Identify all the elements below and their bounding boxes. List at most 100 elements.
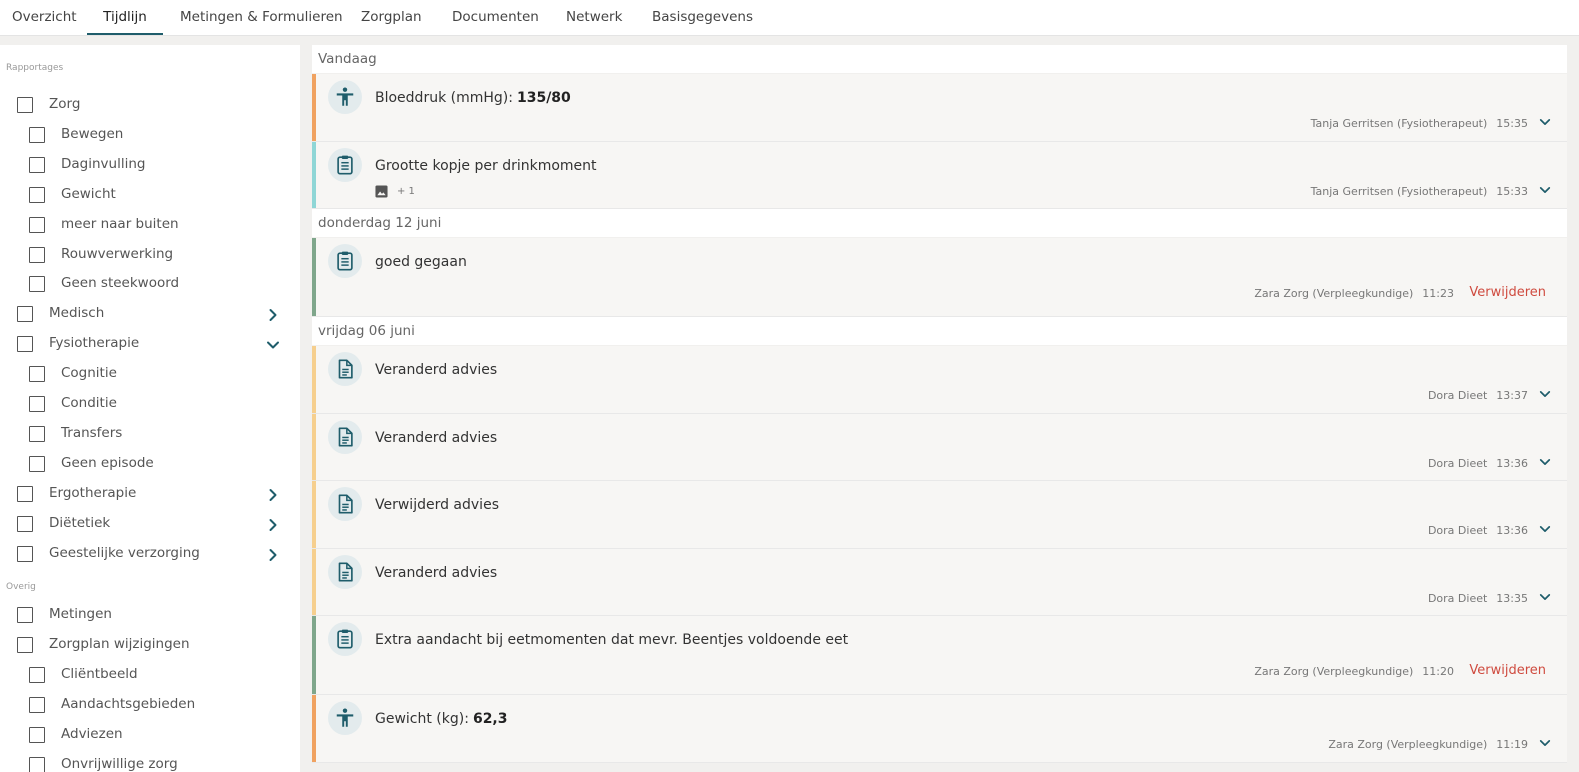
filter-label: Conditie bbox=[61, 395, 117, 411]
filter-item[interactable]: Onvrijwillige zorg bbox=[0, 753, 300, 772]
entry-icon-circle bbox=[328, 147, 362, 182]
filter-checkbox[interactable] bbox=[29, 666, 45, 683]
chevron-down-icon[interactable] bbox=[1539, 523, 1551, 535]
entry-time: 11:23 bbox=[1422, 287, 1454, 300]
filter-item[interactable]: Cliëntbeeld bbox=[0, 663, 300, 689]
filter-item[interactable]: Daginvulling bbox=[0, 153, 300, 179]
timeline-entry[interactable]: Verwijderd advies Dora Dieet 13:36 bbox=[312, 481, 1567, 549]
filter-label: Zorg bbox=[49, 96, 81, 112]
filter-item[interactable]: Diëtetiek bbox=[0, 512, 300, 538]
filter-checkbox[interactable] bbox=[29, 366, 45, 383]
entry-meta: Zara Zorg (Verpleegkundige) 11:19 bbox=[1328, 738, 1528, 751]
filter-checkbox[interactable] bbox=[29, 276, 45, 293]
filter-item[interactable]: Gewicht bbox=[0, 183, 300, 209]
attachment-count: + 1 bbox=[397, 185, 415, 197]
filter-label: Aandachtsgebieden bbox=[61, 695, 196, 712]
filter-label: Diëtetiek bbox=[49, 514, 111, 531]
filter-checkbox[interactable] bbox=[17, 306, 33, 323]
clipboard-icon bbox=[337, 251, 353, 271]
timeline-entry[interactable]: Veranderd advies Dora Dieet 13:35 bbox=[312, 548, 1567, 616]
filter-label: Daginvulling bbox=[61, 155, 146, 172]
filter-checkbox[interactable] bbox=[29, 396, 45, 412]
chevron-down-icon[interactable] bbox=[1539, 388, 1551, 400]
section-label-rapportages: Rapportages bbox=[6, 63, 64, 73]
filter-item[interactable]: Ergotherapie bbox=[0, 482, 300, 508]
timeline-entry[interactable]: goed gegaan Zara Zorg (Verpleegkundige) 11… bbox=[312, 238, 1567, 317]
filter-sidebar: Rapportages Zorg Bewegen Daginvulling Gewic… bbox=[0, 45, 300, 772]
filter-item[interactable]: meer naar buiten bbox=[0, 213, 300, 239]
entry-title: Verwijderd advies bbox=[375, 497, 499, 513]
chevron-down-icon[interactable] bbox=[1539, 737, 1551, 749]
delete-button[interactable]: Verwijderen bbox=[1469, 285, 1546, 300]
filter-item[interactable]: Transfers bbox=[0, 422, 300, 448]
filter-checkbox[interactable] bbox=[17, 97, 33, 113]
timeline-entry[interactable]: Extra aandacht bij eetmomenten dat mevr.… bbox=[312, 616, 1567, 695]
tab-netwerk[interactable]: Netwerk bbox=[566, 0, 622, 33]
filter-checkbox[interactable] bbox=[29, 156, 45, 173]
chevron-right-icon[interactable] bbox=[266, 518, 280, 532]
chevron-right-icon[interactable] bbox=[266, 548, 280, 562]
chevron-right-icon[interactable] bbox=[266, 488, 280, 502]
filter-item[interactable]: Geestelijke verzorging bbox=[0, 542, 300, 568]
person-icon bbox=[336, 708, 354, 727]
filter-item[interactable]: Bewegen bbox=[0, 123, 300, 149]
filter-item[interactable]: Cognitie bbox=[0, 362, 300, 388]
top-tabbar: Overzicht Tijdlijn Metingen & Formuliere… bbox=[0, 0, 1579, 36]
filter-checkbox[interactable] bbox=[17, 636, 33, 653]
filter-checkbox[interactable] bbox=[29, 126, 45, 143]
tab-zorgplan[interactable]: Zorgplan bbox=[361, 0, 422, 33]
date-header: donderdag 12 juni bbox=[312, 209, 1567, 237]
filter-checkbox[interactable] bbox=[17, 545, 33, 562]
tab-documenten[interactable]: Documenten bbox=[452, 0, 539, 33]
filter-checkbox[interactable] bbox=[17, 607, 33, 623]
filter-label: Medisch bbox=[49, 305, 105, 322]
entry-title-text: Gewicht (kg): bbox=[375, 711, 469, 727]
filter-item[interactable]: Medisch bbox=[0, 302, 300, 328]
filter-item[interactable]: Zorgplan wijzigingen bbox=[0, 633, 300, 659]
filter-checkbox[interactable] bbox=[29, 726, 45, 743]
filter-label: Metingen bbox=[49, 606, 112, 622]
filter-checkbox[interactable] bbox=[29, 696, 45, 713]
timeline-entry[interactable]: Gewicht (kg): 62,3 Zara Zorg (Verpleegkund… bbox=[312, 695, 1567, 763]
tab-metingen-formulieren[interactable]: Metingen & Formulieren bbox=[180, 0, 343, 33]
entry-time: 13:36 bbox=[1496, 524, 1528, 537]
filter-checkbox[interactable] bbox=[17, 336, 33, 353]
timeline-entry[interactable]: Veranderd advies Dora Dieet 13:37 bbox=[312, 346, 1567, 414]
filter-item[interactable]: Zorg bbox=[0, 93, 300, 119]
filter-checkbox[interactable] bbox=[17, 515, 33, 532]
filter-checkbox[interactable] bbox=[17, 485, 33, 502]
chevron-down-icon[interactable] bbox=[1539, 184, 1551, 196]
document-icon bbox=[338, 494, 353, 514]
filter-item[interactable]: Geen steekwoord bbox=[0, 272, 300, 298]
entry-icon-circle bbox=[328, 554, 362, 589]
delete-button[interactable]: Verwijderen bbox=[1469, 663, 1546, 678]
filter-item[interactable]: Fysiotherapie bbox=[0, 332, 300, 358]
filter-item[interactable]: Rouwverwerking bbox=[0, 243, 300, 269]
entry-attachments[interactable]: + 1 bbox=[375, 184, 415, 198]
entry-time: 13:35 bbox=[1496, 591, 1528, 605]
timeline-entry[interactable]: Bloeddruk (mmHg): 135/80 Tanja Gerritsen (… bbox=[312, 74, 1567, 142]
filter-item[interactable]: Geen episode bbox=[0, 452, 300, 478]
filter-checkbox[interactable] bbox=[29, 246, 45, 263]
filter-item[interactable]: Adviezen bbox=[0, 723, 300, 749]
chevron-down-icon[interactable] bbox=[1539, 456, 1551, 468]
chevron-down-icon[interactable] bbox=[1539, 116, 1551, 128]
tab-overzicht[interactable]: Overzicht bbox=[12, 0, 77, 33]
filter-checkbox[interactable] bbox=[29, 455, 45, 472]
chevron-right-icon[interactable] bbox=[266, 308, 280, 322]
entry-value: 62,3 bbox=[472, 711, 508, 727]
timeline-entry[interactable]: Veranderd advies Dora Dieet 13:36 bbox=[312, 413, 1567, 481]
filter-checkbox[interactable] bbox=[29, 756, 45, 772]
chevron-down-icon[interactable] bbox=[266, 338, 280, 352]
filter-checkbox[interactable] bbox=[29, 425, 45, 442]
timeline-entry[interactable]: Grootte kopje per drinkmoment + 1 Tanja Ge… bbox=[312, 141, 1567, 209]
filter-checkbox[interactable] bbox=[29, 216, 45, 233]
tab-tijdlijn[interactable]: Tijdlijn bbox=[87, 0, 163, 35]
filter-item[interactable]: Metingen bbox=[0, 603, 300, 629]
filter-checkbox[interactable] bbox=[29, 186, 45, 203]
filter-item[interactable]: Conditie bbox=[0, 392, 300, 418]
tab-basisgegevens[interactable]: Basisgegevens bbox=[652, 0, 753, 33]
filter-item[interactable]: Aandachtsgebieden bbox=[0, 693, 300, 719]
entry-icon-circle bbox=[328, 80, 362, 114]
chevron-down-icon[interactable] bbox=[1539, 591, 1551, 603]
